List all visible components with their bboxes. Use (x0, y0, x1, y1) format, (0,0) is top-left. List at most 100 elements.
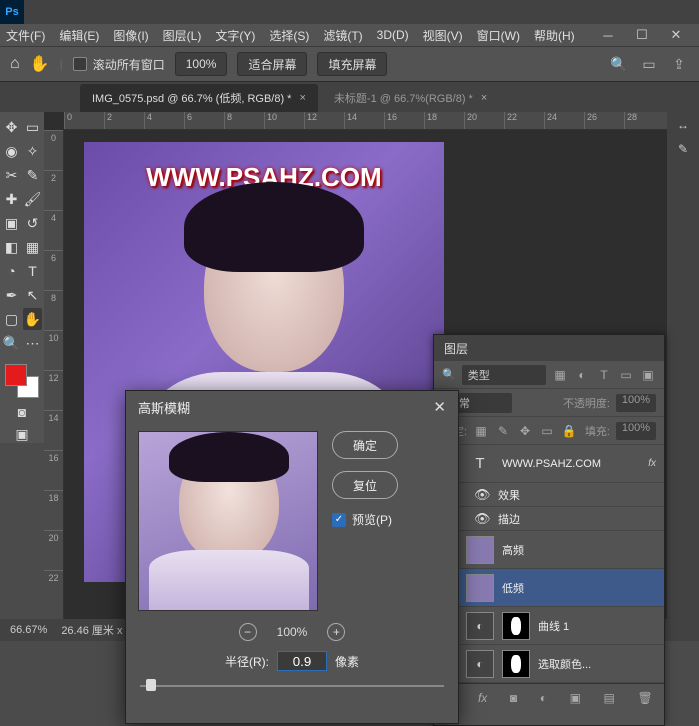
color-swatch[interactable] (5, 364, 39, 398)
close-icon[interactable]: × (481, 92, 487, 104)
lasso-tool-icon[interactable]: ◉ (2, 140, 21, 162)
preview-checkbox[interactable]: ✓预览(P) (332, 511, 398, 528)
gaussian-blur-dialog: 高斯模糊 ✕ 确定 复位 ✓预览(P) − 100% + 半径(R): (125, 390, 459, 724)
screenmode-icon[interactable]: ▣ (15, 426, 28, 443)
menu-layer[interactable]: 图层(L) (163, 27, 202, 44)
layer-row[interactable]: 👁描边 (434, 507, 664, 531)
menu-filter[interactable]: 滤镜(T) (323, 27, 362, 44)
visibility-icon[interactable]: 👁 (474, 511, 490, 527)
adjustment-layer-icon[interactable]: ◐ (540, 691, 547, 705)
home-icon[interactable]: ⌂ (10, 55, 20, 73)
filter-pixel-icon[interactable]: ▦ (552, 367, 568, 383)
heal-tool-icon[interactable]: ✚ (2, 188, 21, 210)
radius-input[interactable] (277, 651, 327, 671)
type-tool-icon[interactable]: T (23, 260, 42, 282)
ruler-horizontal: 0246810121416182022242628 (64, 112, 699, 130)
ok-button[interactable]: 确定 (332, 431, 398, 459)
tab-active[interactable]: IMG_0575.psd @ 66.7% (低频, RGB/8) *× (80, 84, 318, 112)
stamp-tool-icon[interactable]: ▣ (2, 212, 21, 234)
layers-tab[interactable]: 图层 (434, 335, 664, 361)
zoom-tool-icon[interactable]: 🔍 (2, 332, 21, 354)
radius-unit: 像素 (335, 653, 359, 670)
menu-help[interactable]: 帮助(H) (534, 27, 575, 44)
zoom-level-field[interactable]: 100% (175, 52, 228, 76)
layer-row[interactable]: 👁◐选取颜色... (434, 645, 664, 683)
shape-tool-icon[interactable]: ▢ (2, 308, 21, 330)
quickmask-icon[interactable]: ◙ (18, 404, 26, 420)
workspace-icon[interactable]: ▭ (639, 54, 659, 74)
history-brush-icon[interactable]: ↺ (23, 212, 42, 234)
status-zoom[interactable]: 66.67% (10, 624, 47, 636)
menu-edit[interactable]: 编辑(E) (59, 27, 99, 44)
close-icon[interactable]: × (299, 92, 305, 104)
panel-icon[interactable]: ✎ (678, 142, 688, 156)
filter-smart-icon[interactable]: ▣ (640, 367, 656, 383)
gradient-tool-icon[interactable]: ▦ (23, 236, 42, 258)
window-maximize[interactable]: ☐ (625, 24, 659, 46)
share-icon[interactable]: ⇪ (669, 54, 689, 74)
visibility-icon[interactable]: 👁 (474, 487, 490, 503)
layer-row[interactable]: 👁低频 (434, 569, 664, 607)
dialog-close-icon[interactable]: ✕ (433, 398, 446, 416)
lock-pos-icon[interactable]: ✥ (517, 423, 533, 439)
fit-screen-button[interactable]: 适合屏幕 (237, 52, 307, 76)
opacity-field[interactable]: 100% (616, 394, 656, 412)
layer-mask-icon[interactable]: ◙ (510, 691, 517, 705)
more-tools-icon[interactable]: ⋯ (23, 332, 42, 354)
search-icon[interactable]: 🔍 (609, 54, 629, 74)
lock-trans-icon[interactable]: ▦ (473, 423, 489, 439)
crop-tool-icon[interactable]: ✂ (2, 164, 21, 186)
reset-button[interactable]: 复位 (332, 471, 398, 499)
move-tool-icon[interactable]: ✥ (2, 116, 21, 138)
blur-tool-icon[interactable]: ◔ (2, 260, 21, 282)
hand-tool-icon[interactable]: ✋ (23, 308, 42, 330)
layer-row[interactable]: 👁效果 (434, 483, 664, 507)
pen-tool-icon[interactable]: ✒ (2, 284, 21, 306)
layer-fx-icon[interactable]: fx (478, 691, 487, 705)
brush-tool-icon[interactable]: 🖌 (23, 188, 42, 210)
zoom-in-icon[interactable]: + (327, 623, 345, 641)
menu-file[interactable]: 文件(F) (6, 27, 45, 44)
radius-slider[interactable] (140, 679, 444, 693)
tools-panel: ✥ ▭ ◉ ✧ ✂ ✎ ✚ 🖌 ▣ ↺ ◧ ▦ ◔ T ✒ ↖ ▢ ✋ 🔍 ⋯ (0, 112, 44, 358)
marquee-tool-icon[interactable]: ▭ (23, 116, 42, 138)
menu-image[interactable]: 图像(I) (113, 27, 148, 44)
menu-window[interactable]: 窗口(W) (477, 27, 520, 44)
expand-dock-icon[interactable]: ↔ (677, 118, 689, 132)
tab-other[interactable]: 未标题-1 @ 66.7%(RGB/8) *× (322, 84, 499, 112)
wand-tool-icon[interactable]: ✧ (23, 140, 42, 162)
menu-3d[interactable]: 3D(D) (377, 28, 409, 42)
filter-type-icon[interactable]: T (596, 367, 612, 383)
path-tool-icon[interactable]: ↖ (23, 284, 42, 306)
delete-layer-icon[interactable]: 🗑 (637, 691, 652, 705)
filter-adjust-icon[interactable]: ◐ (574, 367, 590, 383)
menu-view[interactable]: 视图(V) (423, 27, 463, 44)
lock-paint-icon[interactable]: ✎ (495, 423, 511, 439)
window-close[interactable]: ✕ (659, 24, 693, 46)
menu-select[interactable]: 选择(S) (269, 27, 309, 44)
dialog-preview[interactable] (138, 431, 318, 611)
new-layer-icon[interactable]: ▤ (604, 691, 615, 705)
radius-label: 半径(R): (225, 653, 269, 670)
layer-row[interactable]: 👁◐曲线 1 (434, 607, 664, 645)
filter-shape-icon[interactable]: ▭ (618, 367, 634, 383)
layer-row[interactable]: 👁TWWW.PSAHZ.COMfx (434, 445, 664, 483)
fill-field[interactable]: 100% (616, 422, 656, 440)
lock-all-icon[interactable]: 🔒 (561, 423, 577, 439)
document-tabs: IMG_0575.psd @ 66.7% (低频, RGB/8) *× 未标题-… (0, 82, 699, 112)
eraser-tool-icon[interactable]: ◧ (2, 236, 21, 258)
dialog-zoom: 100% (277, 625, 308, 639)
foreground-color[interactable] (5, 364, 27, 386)
hand-tool-icon[interactable]: ✋ (30, 54, 50, 74)
menu-type[interactable]: 文字(Y) (215, 27, 255, 44)
layer-filter-kind[interactable]: 类型 (462, 365, 546, 385)
menubar: 文件(F) 编辑(E) 图像(I) 图层(L) 文字(Y) 选择(S) 滤镜(T… (0, 24, 699, 46)
group-icon[interactable]: ▣ (570, 691, 581, 705)
window-minimize[interactable]: ─ (591, 24, 625, 46)
lock-nest-icon[interactable]: ▭ (539, 423, 555, 439)
zoom-out-icon[interactable]: − (239, 623, 257, 641)
fill-screen-button[interactable]: 填充屏幕 (317, 52, 387, 76)
layer-row[interactable]: 👁高频 (434, 531, 664, 569)
eyedropper-tool-icon[interactable]: ✎ (23, 164, 42, 186)
scroll-all-windows-checkbox[interactable]: 滚动所有窗口 (73, 56, 165, 73)
